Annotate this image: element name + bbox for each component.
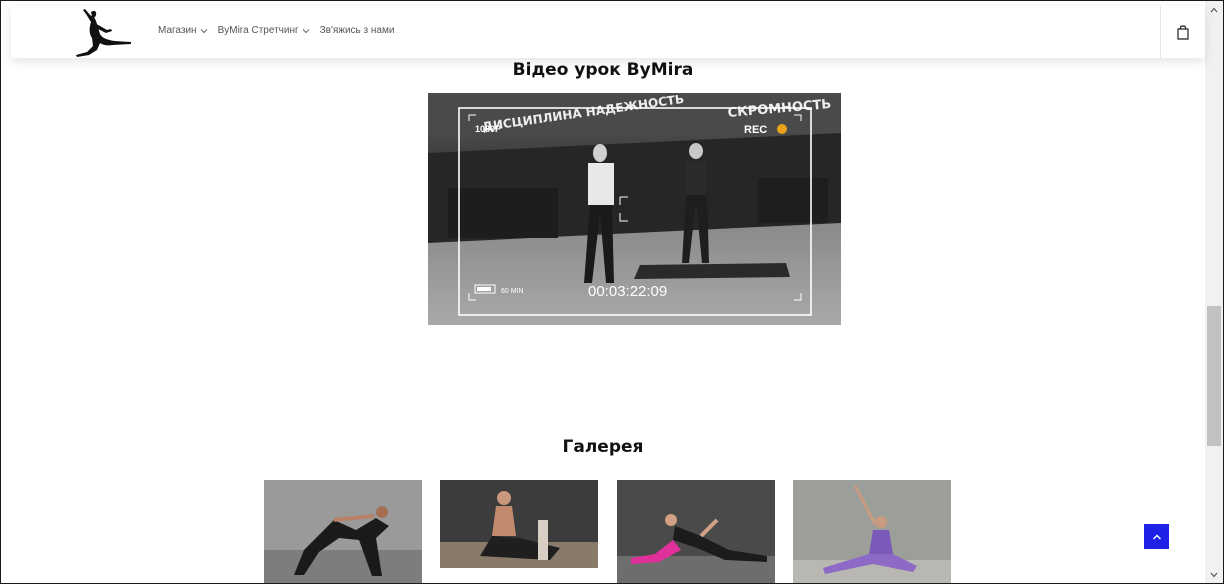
gallery-image-2[interactable]	[440, 480, 598, 568]
battery-label: 60 MIN	[501, 288, 524, 295]
video-player[interactable]: ДИСЦИПЛИНА НАДЕЖНОСТЬ СКРОМНОСТЬ 1080P R…	[428, 93, 841, 325]
gallery-photo	[793, 480, 951, 583]
back-to-top-button[interactable]	[1144, 524, 1169, 549]
nav-item-stretching[interactable]: ByMira Стретчинг	[218, 25, 310, 36]
nav-item-label: Зв'яжись з нами	[319, 25, 395, 36]
scrollbar-thumb[interactable]	[1207, 306, 1221, 446]
nav-item-label: ByMira Стретчинг	[217, 25, 299, 36]
scroll-up-arrow-icon[interactable]	[1210, 7, 1218, 13]
video-section-title: Відео урок ByMira	[512, 60, 694, 80]
gallery-title: Галерея	[562, 437, 644, 457]
video-frame-graphic: ДИСЦИПЛИНА НАДЕЖНОСТЬ СКРОМНОСТЬ 1080P R…	[428, 93, 841, 325]
page-scrollbar[interactable]	[1205, 1, 1223, 583]
header-divider	[1160, 6, 1161, 58]
chevron-up-icon	[1152, 534, 1161, 539]
dancer-logo[interactable]	[67, 8, 133, 58]
rec-dot-icon	[777, 124, 787, 134]
shopping-bag-icon[interactable]	[1176, 24, 1190, 40]
gallery-image-1[interactable]	[264, 480, 422, 583]
scroll-down-arrow-icon[interactable]	[1210, 572, 1218, 578]
gallery-image-3[interactable]	[617, 480, 775, 583]
nav-item-contact[interactable]: Зв'яжись з нами	[320, 25, 395, 36]
chevron-down-icon	[302, 28, 309, 33]
chevron-down-icon	[200, 28, 207, 33]
nav-item-label: Магазин	[158, 25, 197, 36]
rec-label: REC	[744, 124, 767, 136]
gallery-photo	[617, 480, 775, 583]
gallery-photo	[440, 480, 598, 568]
gallery-image-4[interactable]	[793, 480, 951, 583]
site-header: Магазин ByMira Стретчинг Зв'яжись з нами	[11, 6, 1205, 58]
timecode: 00:03:22:09	[588, 283, 667, 300]
resolution-label: 1080P	[475, 124, 501, 134]
gallery-photo	[264, 480, 422, 583]
browser-viewport: Магазин ByMira Стретчинг Зв'яжись з нами…	[0, 0, 1224, 584]
main-nav: Магазин ByMira Стретчинг Зв'яжись з нами	[158, 25, 394, 36]
nav-item-shop[interactable]: Магазин	[158, 25, 208, 36]
